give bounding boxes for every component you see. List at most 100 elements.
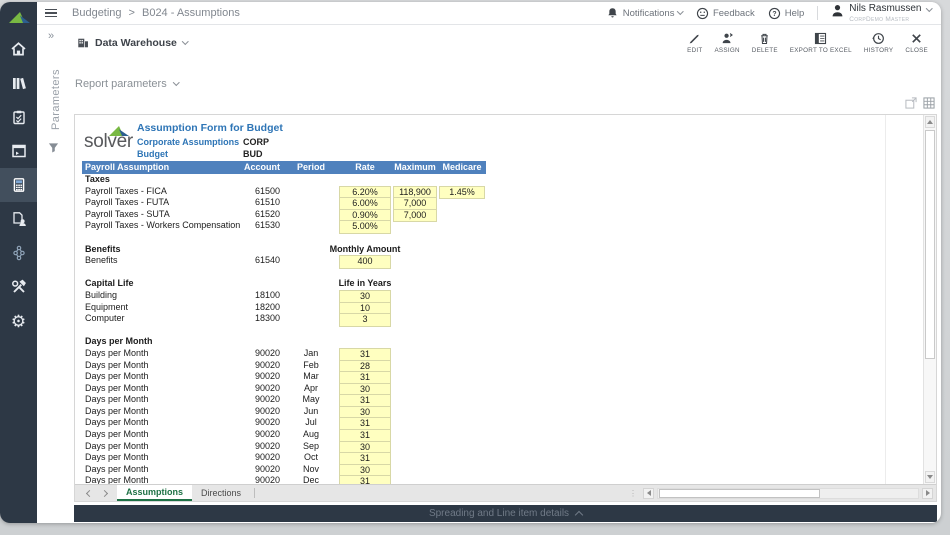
scroll-right-button[interactable] [922,488,933,499]
notifications-label: Notifications [623,8,675,19]
spreading-drawer-toggle[interactable]: Spreading and Line item details [74,505,937,522]
sidebar-item-budgeting[interactable] [0,168,37,202]
data-row: Benefits61540400 [82,255,486,267]
data-source-dropdown[interactable]: Data Warehouse [77,37,187,49]
scroll-left-button[interactable] [643,488,654,499]
sheet-rows: TaxesPayroll Taxes - FICA615006.20%118,9… [82,174,923,484]
horizontal-scroll-thumb[interactable] [659,489,820,498]
data-row: Days per Month90020Dec31 [82,475,486,484]
input-cell[interactable]: 3 [339,313,391,327]
export-to-excel-button[interactable]: EXPORT TO EXCEL [784,29,858,57]
report-parameters-label: Report parameters [75,78,167,90]
report-panel: solver Assumption Form for Budget Corpor… [74,114,937,502]
prev-sheet-icon[interactable] [86,489,93,496]
expand-panel-icon[interactable]: » [48,30,72,42]
data-row: Payroll Taxes - Workers Compensation6153… [82,220,486,232]
data-row: Equipment1820010 [82,302,486,314]
data-row: Days per Month90020Jan31 [82,348,486,360]
col-header-medicare: Medicare [438,161,486,174]
sheet-header: solver Assumption Form for Budget Corpor… [82,121,923,161]
solver-triangle-icon [108,125,130,137]
notifications-button[interactable]: Notifications [606,7,683,20]
toolbar-actions: EDIT ASSIGN DELETE [681,29,940,57]
tab-directions[interactable]: Directions [192,485,250,501]
section-row: Taxes [82,174,486,186]
filter-icon[interactable] [48,140,72,158]
pencil-icon [688,32,701,45]
feedback-label: Feedback [713,8,755,19]
data-row: Days per Month90020May31 [82,394,486,406]
sidebar-item-library[interactable] [0,66,37,100]
close-button[interactable]: CLOSE [899,29,934,57]
assign-button[interactable]: ASSIGN [708,29,745,57]
data-row: Computer183003 [82,313,486,325]
chevron-down-icon [173,79,179,85]
excel-grid-icon [814,32,827,45]
solver-wordmark: solver [84,131,133,153]
scroll-down-button[interactable] [925,471,935,483]
spreadsheet-canvas: solver Assumption Form for Budget Corpor… [75,115,923,484]
horizontal-scrollbar: ⋮ [629,485,936,501]
data-row: Days per Month90020Apr30 [82,383,486,395]
hamburger-menu-icon[interactable] [45,7,57,20]
data-row: Days per Month90020Feb28 [82,360,486,372]
breadcrumb: Budgeting > B024 - Assumptions [72,7,240,19]
breadcrumb-current: B024 - Assumptions [142,7,240,19]
data-source-label: Data Warehouse [95,37,177,49]
meta-label-1: Corporate Assumptions [137,137,239,147]
user-menu[interactable]: Nils Rasmussen CorpDemo Master [831,4,931,23]
data-row: Days per Month90020Nov30 [82,464,486,476]
history-button[interactable]: HISTORY [858,29,900,57]
data-row: Building1810030 [82,290,486,302]
edit-button[interactable]: EDIT [681,29,708,57]
user-icon [831,4,844,17]
person-assign-icon [721,32,734,45]
sidebar-item-reports[interactable] [0,134,37,168]
delete-button[interactable]: DELETE [746,29,784,57]
meta-value-1: CORP [243,137,269,147]
user-name: Nils Rasmussen [849,4,921,14]
tools-icon [11,279,27,295]
sidebar-item-home[interactable] [0,32,37,66]
data-row: Days per Month90020Mar31 [82,371,486,383]
user-role: CorpDemo Master [849,16,921,23]
data-row: Days per Month90020Oct31 [82,452,486,464]
grid-view-icon[interactable] [923,97,935,109]
popout-icon[interactable] [905,97,917,109]
sidebar-item-assignments[interactable] [0,202,37,236]
sidebar-item-workflow[interactable] [0,236,37,270]
tab-separator [254,488,255,498]
breadcrumb-separator: > [129,7,135,19]
warehouse-icon [77,37,89,49]
vertical-scrollbar[interactable] [923,115,936,484]
sidebar-item-tasks[interactable] [0,100,37,134]
parameters-rail-label[interactable]: Parameters [50,44,62,130]
calculator-icon [11,177,27,193]
input-cell[interactable]: 31 [339,475,391,484]
report-toolbar-row: Data Warehouse EDIT ASSIGN [72,26,940,59]
input-cell[interactable]: 400 [339,255,391,269]
next-sheet-icon[interactable] [101,489,108,496]
section-row: BenefitsMonthly Amount [82,244,486,256]
help-label: Help [785,8,805,19]
data-row: Payroll Taxes - FUTA615106.00%7,000 [82,197,486,209]
chevron-down-icon [182,38,188,44]
document-user-icon [11,211,27,227]
sidebar-item-tools[interactable] [0,270,37,304]
input-cell[interactable]: 5.00% [339,220,391,234]
chevron-up-icon [575,511,583,519]
report-parameters-dropdown[interactable]: Report parameters [75,78,178,90]
horizontal-scroll-track[interactable] [657,488,919,499]
vertical-scroll-thumb[interactable] [925,130,935,359]
sidebar-item-settings[interactable]: ⚙ [0,304,37,338]
feedback-button[interactable]: Feedback [696,7,755,20]
topbar-right: Notifications Feedback ? Help [606,4,941,23]
col-header-period: Period [284,161,338,174]
help-button[interactable]: ? Help [768,7,805,20]
data-row: Days per Month90020Jun30 [82,406,486,418]
meta-value-2: BUD [243,149,263,159]
scroll-up-button[interactable] [925,116,935,128]
section-row: Days per Month [82,336,486,348]
breadcrumb-root[interactable]: Budgeting [72,7,122,19]
tab-assumptions[interactable]: Assumptions [117,485,192,501]
